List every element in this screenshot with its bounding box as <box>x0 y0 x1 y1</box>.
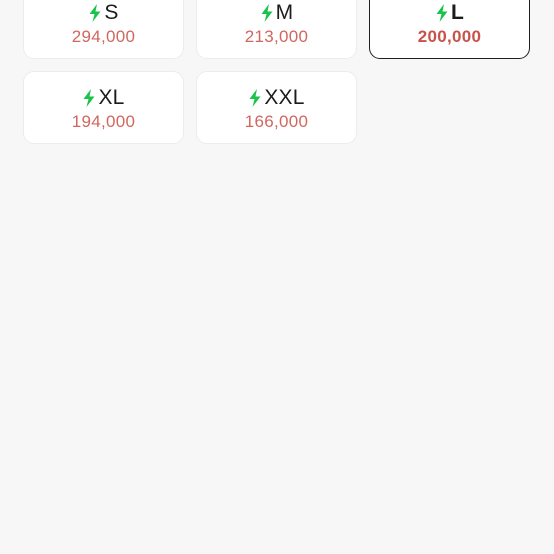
size-option-s[interactable]: S 294,000 <box>23 0 184 59</box>
size-header: XL <box>82 85 124 111</box>
size-option-xl[interactable]: XL 194,000 <box>23 71 184 144</box>
size-label: XL <box>98 86 125 109</box>
lightning-bolt-icon <box>260 4 274 22</box>
size-header: XXL <box>248 85 304 111</box>
size-price: 213,000 <box>244 27 309 46</box>
size-price: 166,000 <box>244 112 309 131</box>
size-label: S <box>104 1 119 24</box>
lightning-bolt-icon <box>435 4 449 22</box>
lightning-bolt-icon <box>248 89 262 107</box>
size-header: S <box>88 0 118 26</box>
size-option-m[interactable]: M 213,000 <box>196 0 357 59</box>
size-price: 194,000 <box>71 112 136 131</box>
size-price: 294,000 <box>71 27 136 46</box>
lightning-bolt-icon <box>88 4 102 22</box>
size-option-l[interactable]: L 200,000 <box>369 0 530 59</box>
size-label: M <box>275 1 294 24</box>
size-option-xxl[interactable]: XXL 166,000 <box>196 71 357 144</box>
size-option-grid: S 294,000 M 213,000 L 200,000 XL 194,000 <box>23 0 531 144</box>
size-price: 200,000 <box>417 27 482 46</box>
lightning-bolt-icon <box>82 89 96 107</box>
size-label: XXL <box>264 86 305 109</box>
size-header: M <box>260 0 294 26</box>
size-label: L <box>450 1 465 24</box>
size-header: L <box>435 0 464 26</box>
